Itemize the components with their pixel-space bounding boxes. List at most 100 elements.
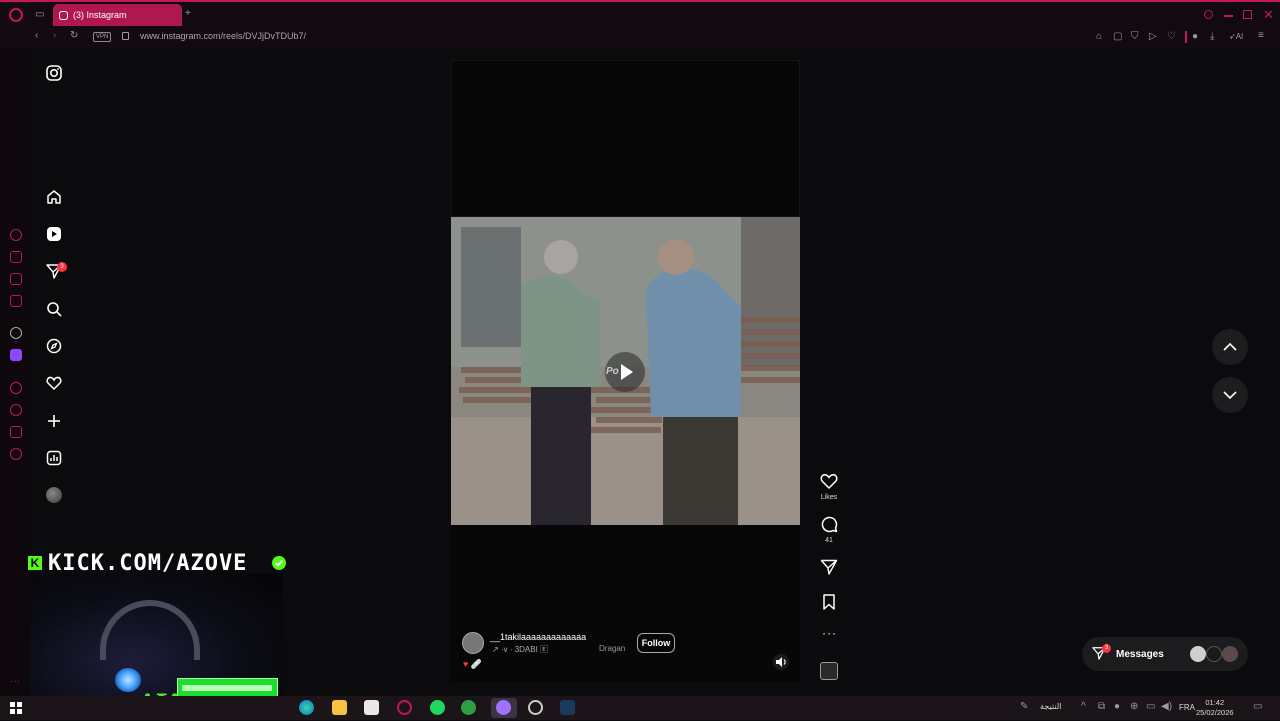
more-options-icon[interactable]: ···	[822, 626, 837, 640]
input-language[interactable]: FRA	[1179, 703, 1195, 712]
twitch-side-icon[interactable]	[10, 349, 22, 361]
taskbar	[0, 696, 1280, 720]
messages-pill-badge: 3	[1102, 644, 1111, 653]
explore-icon[interactable]	[46, 338, 62, 354]
volume-icon[interactable]: ◀)	[1161, 702, 1172, 712]
reel-audio-line[interactable]: ↗ ·v · 3DABI 🄴	[492, 644, 548, 655]
weather-text[interactable]: النتيجة	[1040, 702, 1061, 711]
microphone-icon[interactable]: ●	[1114, 702, 1120, 712]
chevron-up-icon	[1223, 342, 1237, 351]
audio-thumbnail[interactable]	[820, 662, 838, 680]
profile-avatar[interactable]	[46, 487, 62, 503]
likes-label: Likes	[820, 494, 838, 501]
reels-icon[interactable]	[46, 226, 62, 242]
forward-icon[interactable]: ›	[53, 31, 56, 41]
steam-icon[interactable]	[560, 700, 575, 715]
next-reel-button[interactable]	[1212, 377, 1248, 413]
spotify-icon[interactable]	[430, 700, 445, 715]
player-icon[interactable]: ▷	[1149, 32, 1157, 42]
kick-logo-icon: K	[28, 556, 42, 570]
save-icon[interactable]	[820, 593, 838, 611]
extensions-side-icon[interactable]	[10, 426, 22, 438]
search-icon[interactable]	[46, 301, 62, 317]
instagram-favicon-icon	[59, 10, 68, 20]
notifications-icon[interactable]	[46, 375, 62, 391]
share-icon[interactable]	[820, 558, 838, 576]
mute-button[interactable]	[773, 654, 789, 670]
opera-gx-icon[interactable]	[397, 700, 412, 715]
message-avatar-2	[1206, 646, 1222, 662]
heart-icon[interactable]: ♡	[1167, 32, 1176, 42]
file-explorer-icon[interactable]	[332, 700, 347, 715]
search-tabs-icon[interactable]	[1204, 10, 1213, 19]
player-side-icon[interactable]	[10, 382, 22, 394]
reel-author-avatar[interactable]	[462, 632, 484, 654]
minimize-icon[interactable]	[1224, 15, 1233, 17]
sidebar-more-icon[interactable]: ···	[10, 677, 20, 687]
like-icon[interactable]	[820, 472, 838, 490]
opera-menu-icon[interactable]	[9, 8, 23, 22]
reel-audio-source[interactable]: Dragan	[599, 644, 625, 653]
store-icon[interactable]	[364, 700, 379, 715]
clock[interactable]: 01:42 25/02/2026	[1196, 698, 1234, 718]
history-side-icon[interactable]	[10, 404, 22, 416]
new-tab-icon[interactable]: +	[185, 9, 191, 19]
tab-overview-icon[interactable]: ▭	[35, 10, 44, 20]
vpn-badge[interactable]: VPN	[93, 32, 112, 42]
settings-side-icon[interactable]	[10, 448, 22, 460]
messenger-side-icon[interactable]	[10, 295, 22, 307]
message-avatar-3	[1222, 646, 1238, 662]
messages-badge: 3	[57, 262, 67, 272]
ext-1-icon[interactable]: ⌂	[1096, 32, 1102, 42]
windows-start-icon[interactable]	[10, 702, 22, 714]
battery-icon[interactable]: ▭	[1146, 702, 1155, 712]
dashboard-icon[interactable]	[46, 450, 62, 466]
messages-label: Messages	[1116, 649, 1164, 660]
obs-icon[interactable]	[528, 700, 543, 715]
reel-caption: ♥ 🩹	[463, 659, 483, 669]
opera-ai-icon[interactable]	[10, 229, 22, 241]
back-icon[interactable]: ‹	[35, 31, 38, 41]
home-icon[interactable]	[46, 189, 62, 205]
instagram-logo-icon[interactable]	[46, 65, 62, 81]
close-icon[interactable]: ✕	[1263, 7, 1274, 23]
instagram-side-icon[interactable]	[10, 273, 22, 285]
workspaces-icon[interactable]	[10, 251, 22, 263]
tab-bar	[0, 0, 1280, 28]
notification-center-icon[interactable]: ▭	[1253, 702, 1262, 712]
tab-title: (3) Instagram	[73, 10, 127, 20]
chatgpt-side-icon[interactable]	[10, 327, 22, 339]
ai-label: AI	[1235, 32, 1244, 41]
reel-top-area	[451, 60, 800, 217]
discord-like-icon	[496, 700, 511, 715]
stream-progress-fill	[182, 685, 272, 691]
tray-app-icon[interactable]: ⧉	[1098, 702, 1105, 712]
edge-icon[interactable]	[299, 700, 314, 715]
lock-icon	[122, 32, 129, 40]
comments-count: 41	[825, 537, 833, 544]
url-field[interactable]: www.instagram.com/reels/DVJjDvTDUb7/	[140, 31, 306, 41]
create-icon[interactable]	[46, 413, 62, 429]
ai-button[interactable]: ➶AI	[1229, 32, 1243, 42]
snapshot-icon[interactable]: ▢	[1113, 32, 1122, 42]
maximize-icon[interactable]	[1243, 10, 1252, 19]
menu-icon[interactable]: ≡	[1258, 31, 1264, 41]
divider	[1185, 31, 1187, 43]
comment-icon[interactable]	[820, 515, 838, 533]
download-icon[interactable]: ⤓	[1210, 32, 1214, 42]
reel-author-username[interactable]: __1takilaaaaaaaaaaaaa	[490, 632, 586, 642]
account-icon[interactable]: ●	[1192, 32, 1198, 42]
chevron-down-icon	[1223, 391, 1237, 400]
follow-button[interactable]: Follow	[637, 633, 675, 653]
speaker-icon	[776, 657, 786, 667]
previous-reel-button[interactable]	[1212, 329, 1248, 365]
shield-icon[interactable]: ⛉	[1131, 32, 1139, 42]
opera-sidebar	[0, 48, 30, 696]
pen-icon[interactable]: ✎	[1020, 702, 1028, 712]
xbox-icon[interactable]	[461, 700, 476, 715]
network-icon[interactable]: ⊕	[1130, 702, 1138, 712]
tab-instagram[interactable]: (3) Instagram	[53, 4, 182, 26]
reel-bottom-area	[451, 525, 800, 682]
reload-icon[interactable]: ↻	[70, 31, 78, 41]
tray-chevron-icon[interactable]: ^	[1081, 702, 1086, 712]
